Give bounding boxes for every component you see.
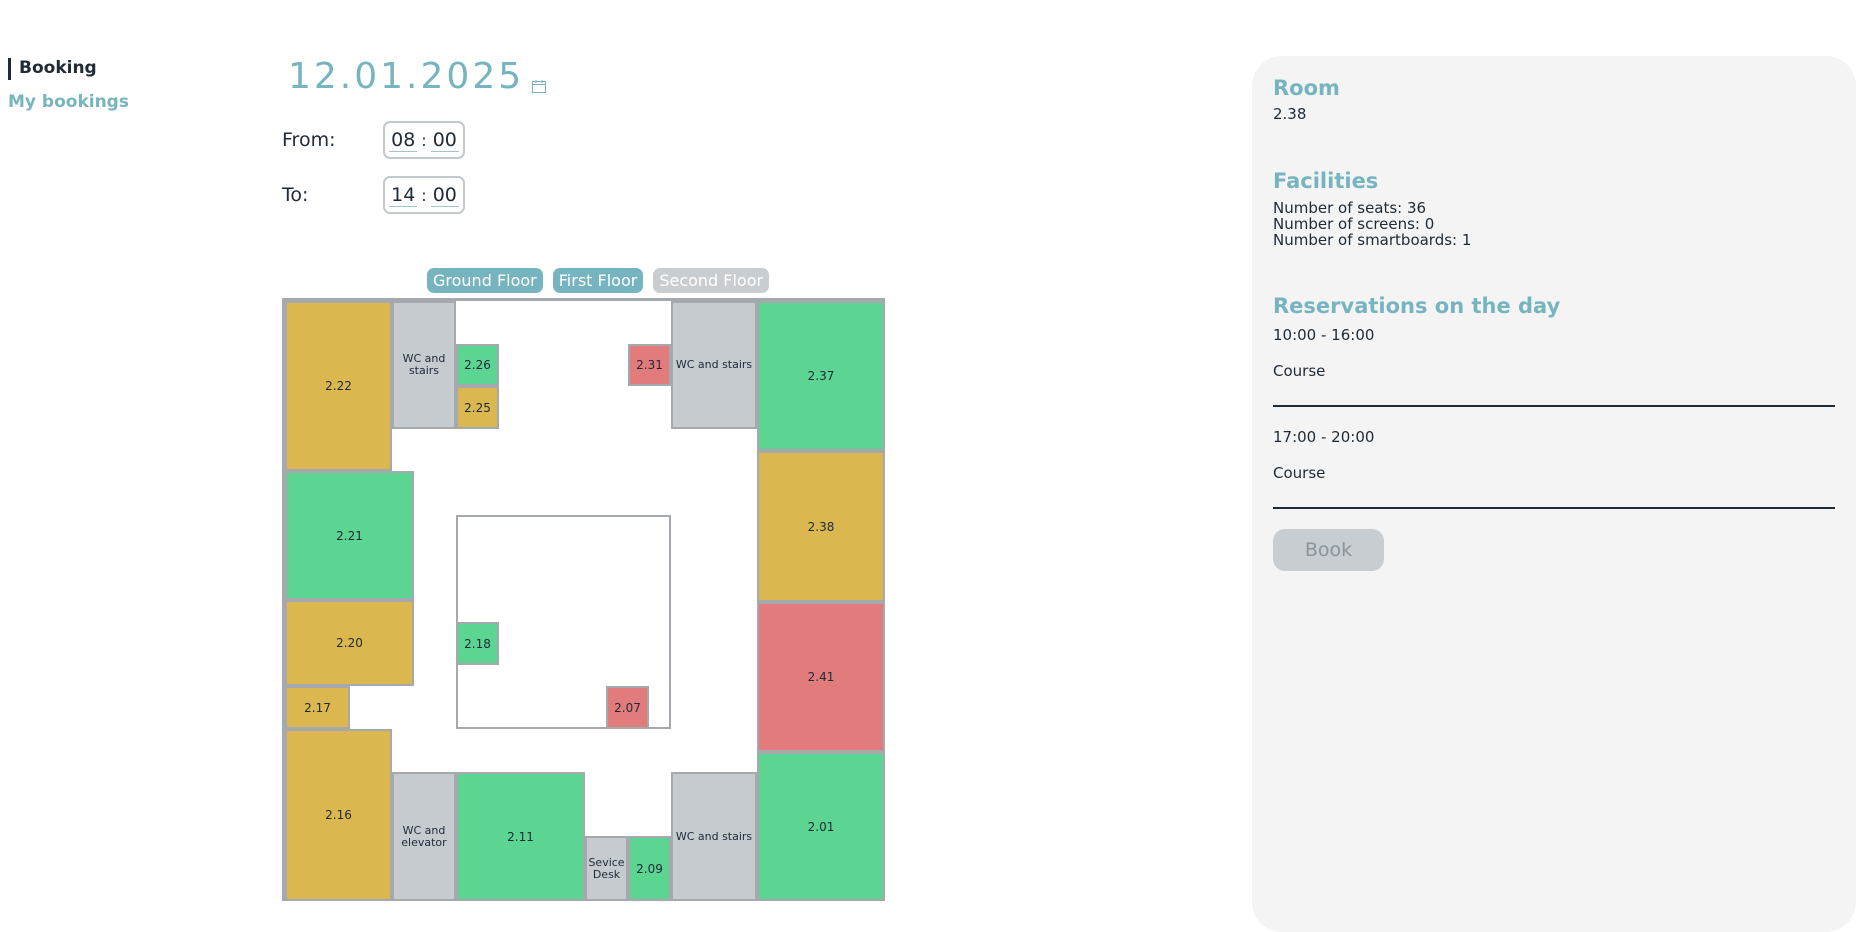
- room-2-26[interactable]: 2.26: [456, 344, 499, 386]
- book-button[interactable]: Book: [1273, 529, 1384, 571]
- nav-item-booking[interactable]: Booking: [8, 58, 129, 80]
- room-2-17[interactable]: 2.17: [285, 686, 350, 729]
- room-2-20[interactable]: 2.20: [285, 600, 414, 686]
- room-2-16[interactable]: 2.16: [285, 729, 392, 901]
- tab-first-floor[interactable]: First Floor: [552, 268, 644, 293]
- calendar-icon[interactable]: [532, 80, 547, 93]
- to-time-row: To: 14 : 00: [282, 176, 465, 214]
- tab-second-floor[interactable]: Second Floor: [653, 268, 770, 293]
- from-time-row: From: 08 : 00: [282, 121, 465, 159]
- from-minute[interactable]: 00: [430, 129, 459, 152]
- smartboards-count: Number of smartboards: 1: [1273, 231, 1472, 249]
- room-2-09[interactable]: 2.09: [628, 836, 671, 901]
- to-hour[interactable]: 14: [389, 184, 418, 207]
- reservation-time: 10:00 - 16:00: [1273, 326, 1375, 344]
- nav-item-my-bookings[interactable]: My bookings: [8, 92, 129, 112]
- sidebar-nav: Booking My bookings: [8, 58, 129, 112]
- tab-ground-floor[interactable]: Ground Floor: [427, 268, 543, 293]
- wc-and-stairs-top-left: WC and stairs: [392, 301, 456, 429]
- floor-tabs: Ground Floor First Floor Second Floor: [427, 268, 770, 293]
- from-time-input[interactable]: 08 : 00: [383, 121, 465, 159]
- room-info-panel: Room 2.38 Facilities Number of seats: 36…: [1252, 56, 1856, 932]
- service-desk: Sevice Desk: [585, 836, 628, 901]
- reservation-item: 10:00 - 16:00 Course: [1273, 327, 1835, 407]
- to-time-input[interactable]: 14 : 00: [383, 176, 465, 214]
- reservation-item: 17:00 - 20:00 Course: [1273, 429, 1835, 509]
- reservations-heading: Reservations on the day: [1273, 294, 1561, 318]
- room-2-07[interactable]: 2.07: [606, 686, 649, 729]
- room-2-21[interactable]: 2.21: [285, 471, 414, 600]
- room-number: 2.38: [1273, 105, 1307, 123]
- room-2-41[interactable]: 2.41: [757, 602, 885, 752]
- room-2-11[interactable]: 2.11: [456, 772, 585, 901]
- from-separator: :: [421, 130, 427, 150]
- wc-and-elevator: WC and elevator: [392, 772, 456, 901]
- reservation-title: Course: [1273, 362, 1326, 380]
- floor-plan: 2.22 WC and stairs 2.26 2.25 2.31 WC and…: [282, 298, 885, 901]
- wc-and-stairs-bottom-right: WC and stairs: [671, 772, 757, 901]
- room-2-37[interactable]: 2.37: [757, 301, 885, 451]
- room-2-18[interactable]: 2.18: [456, 622, 499, 665]
- selected-date[interactable]: 12.01.2025: [288, 56, 524, 97]
- to-separator: :: [421, 185, 427, 205]
- facilities-heading: Facilities: [1273, 169, 1379, 193]
- wc-and-stairs-top-right: WC and stairs: [671, 301, 757, 429]
- seats-count: Number of seats: 36: [1273, 199, 1427, 217]
- to-label: To:: [282, 184, 309, 206]
- date-selector[interactable]: 12.01.2025: [288, 56, 547, 97]
- from-hour[interactable]: 08: [389, 129, 418, 152]
- reservation-title: Course: [1273, 464, 1326, 482]
- screens-count: Number of screens: 0: [1273, 215, 1435, 233]
- room-heading: Room: [1273, 76, 1340, 100]
- room-2-22[interactable]: 2.22: [285, 301, 392, 471]
- room-2-31[interactable]: 2.31: [628, 344, 671, 386]
- room-2-38[interactable]: 2.38: [757, 451, 885, 602]
- reservation-time: 17:00 - 20:00: [1273, 428, 1375, 446]
- room-2-25[interactable]: 2.25: [456, 386, 499, 429]
- from-label: From:: [282, 129, 336, 151]
- room-2-01[interactable]: 2.01: [757, 752, 885, 901]
- to-minute[interactable]: 00: [430, 184, 459, 207]
